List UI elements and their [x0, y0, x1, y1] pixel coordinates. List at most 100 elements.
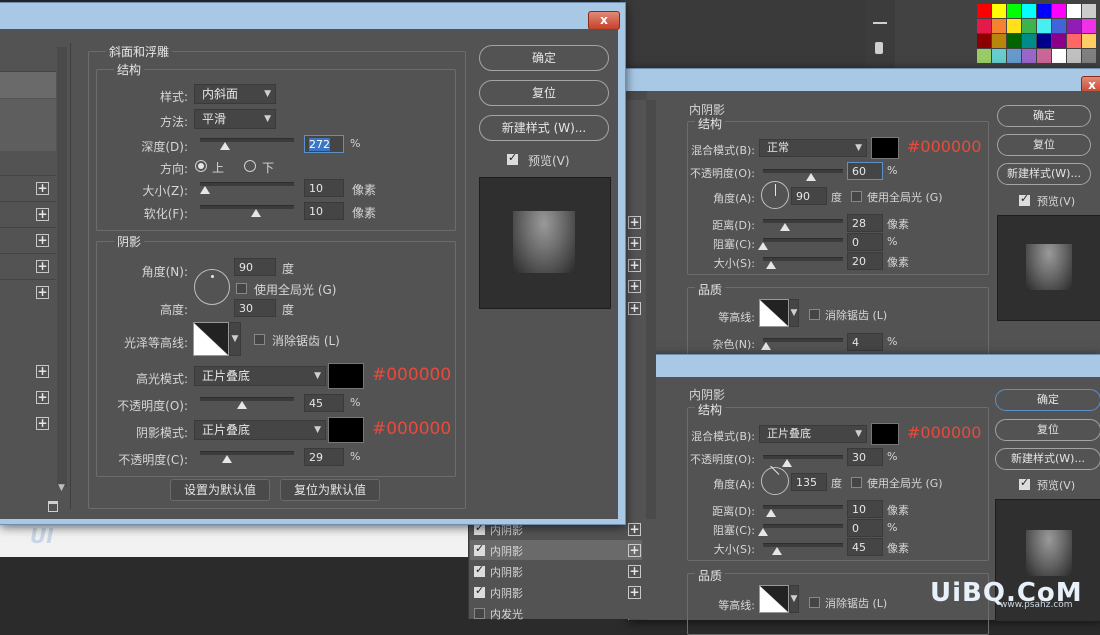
new-style-button[interactable]: 新建样式 (W)... [479, 115, 609, 141]
distance-slider[interactable] [763, 219, 843, 223]
swatch-cell[interactable] [1007, 49, 1021, 63]
shadow-color-swatch[interactable] [328, 417, 364, 443]
preview-checkbox[interactable] [1019, 476, 1030, 490]
highlight-color-swatch[interactable] [328, 363, 364, 389]
soften-slider-handle[interactable] [251, 209, 262, 217]
add-effect-icon[interactable]: + [628, 259, 641, 272]
effects-list-scrollbar[interactable] [646, 100, 656, 519]
swatch-cell[interactable] [1052, 49, 1066, 63]
blend-mode-select[interactable]: 正片叠底 ▼ [759, 425, 867, 443]
color-swatch[interactable] [871, 137, 899, 159]
close-icon[interactable]: x [588, 11, 620, 30]
angle-dial[interactable] [194, 269, 230, 305]
depth-slider-handle[interactable] [220, 142, 231, 150]
swatch-cell[interactable] [1007, 4, 1021, 18]
swatch-cell[interactable] [1022, 19, 1036, 33]
distance-input[interactable]: 28 [847, 214, 883, 232]
noise-slider-handle[interactable] [761, 342, 772, 350]
swatch-cell[interactable] [977, 49, 991, 63]
effect-checkbox[interactable] [474, 563, 485, 577]
swatch-cell[interactable] [1007, 34, 1021, 48]
reset-button[interactable]: 复位 [479, 80, 609, 106]
brush-icon[interactable] [875, 42, 883, 54]
add-effect-icon[interactable]: + [628, 586, 641, 599]
effect-row[interactable]: 内发光 [470, 603, 642, 621]
opacity-slider[interactable] [763, 455, 843, 459]
preview-checkbox[interactable] [507, 151, 518, 165]
effect-checkbox[interactable] [474, 521, 485, 535]
soften-input[interactable]: 10 [304, 202, 344, 220]
swatch-cell[interactable] [977, 19, 991, 33]
styles-list-row[interactable] [0, 72, 56, 98]
shadow-opacity-slider-handle[interactable] [222, 455, 233, 463]
styles-list-row[interactable] [0, 43, 56, 72]
size-slider-handle[interactable] [772, 547, 783, 555]
swatch-cell[interactable] [1067, 19, 1081, 33]
ok-button[interactable]: 确定 [995, 389, 1100, 411]
styles-list-row-selected[interactable] [0, 99, 56, 151]
distance-slider-handle[interactable] [780, 223, 791, 231]
antialias-checkbox[interactable] [809, 309, 820, 320]
swatch-cell[interactable] [1022, 4, 1036, 18]
distance-slider-handle[interactable] [766, 509, 776, 517]
swatch-cell[interactable] [1037, 19, 1051, 33]
color-swatch[interactable] [871, 423, 899, 445]
choke-input[interactable]: 0 [847, 519, 883, 537]
effect-checkbox[interactable] [474, 542, 485, 556]
effect-checkbox[interactable] [474, 584, 485, 598]
choke-slider[interactable] [763, 238, 843, 242]
blend-mode-select[interactable]: 正常 ▼ [759, 139, 867, 157]
add-effect-icon[interactable]: + [628, 523, 641, 536]
add-effect-icon[interactable]: + [36, 391, 49, 404]
add-effect-icon[interactable]: + [628, 237, 641, 250]
swatch-cell[interactable] [1007, 19, 1021, 33]
opacity-input[interactable]: 60 [847, 162, 883, 180]
swatch-cell[interactable] [1082, 4, 1096, 18]
choke-input[interactable]: 0 [847, 233, 883, 251]
highlight-opacity-input[interactable]: 45 [304, 394, 344, 412]
angle-dial[interactable] [761, 181, 789, 209]
gloss-contour-picker[interactable] [193, 322, 229, 356]
add-effect-icon[interactable]: + [628, 565, 641, 578]
add-effect-icon[interactable]: + [36, 260, 49, 273]
swatch-cell[interactable] [1082, 34, 1096, 48]
swatch-cell[interactable] [1082, 49, 1096, 63]
angle-input[interactable]: 135 [791, 473, 827, 491]
add-effect-icon[interactable]: + [36, 365, 49, 378]
contour-dropdown[interactable]: ▼ [789, 299, 799, 327]
depth-slider[interactable] [200, 138, 294, 142]
swatch-cell[interactable] [1052, 19, 1066, 33]
bevel-style-select[interactable]: 内斜面 ▼ [194, 84, 276, 104]
swatch-cell[interactable] [1067, 4, 1081, 18]
ok-button[interactable]: 确定 [997, 105, 1091, 127]
add-effect-icon[interactable]: + [36, 182, 49, 195]
depth-input[interactable]: 272 [304, 135, 344, 153]
size-slider[interactable] [200, 182, 294, 186]
add-effect-icon[interactable]: + [628, 302, 641, 315]
antialias-checkbox[interactable] [809, 597, 820, 608]
gloss-contour-dropdown[interactable]: ▼ [229, 322, 241, 356]
opacity-slider-handle[interactable] [806, 173, 816, 181]
global-light-checkbox[interactable] [851, 477, 862, 488]
technique-select[interactable]: 平滑 ▼ [194, 109, 276, 129]
new-style-button[interactable]: 新建样式(W)... [997, 163, 1091, 185]
size-input[interactable]: 45 [847, 538, 883, 556]
size-input[interactable]: 10 [304, 179, 344, 197]
contour-picker[interactable] [759, 585, 789, 613]
angle-dial[interactable] [761, 465, 789, 495]
soften-slider[interactable] [200, 205, 294, 209]
effect-row[interactable]: 内阴影 + [470, 540, 642, 560]
styles-list-scrollbar[interactable] [57, 47, 67, 487]
altitude-input[interactable]: 30 [234, 299, 276, 317]
opacity-input[interactable]: 30 [847, 448, 883, 466]
size-input[interactable]: 20 [847, 252, 883, 270]
add-effect-icon[interactable]: + [36, 234, 49, 247]
add-effect-icon[interactable]: + [628, 544, 641, 557]
ok-button[interactable]: 确定 [479, 45, 609, 71]
effect-checkbox[interactable] [474, 608, 485, 619]
add-effect-icon[interactable]: + [36, 417, 49, 430]
noise-input[interactable]: 4 [847, 333, 883, 351]
distance-input[interactable]: 10 [847, 500, 883, 518]
swatch-cell[interactable] [1022, 49, 1036, 63]
chevron-down-icon[interactable]: ▼ [58, 483, 65, 493]
